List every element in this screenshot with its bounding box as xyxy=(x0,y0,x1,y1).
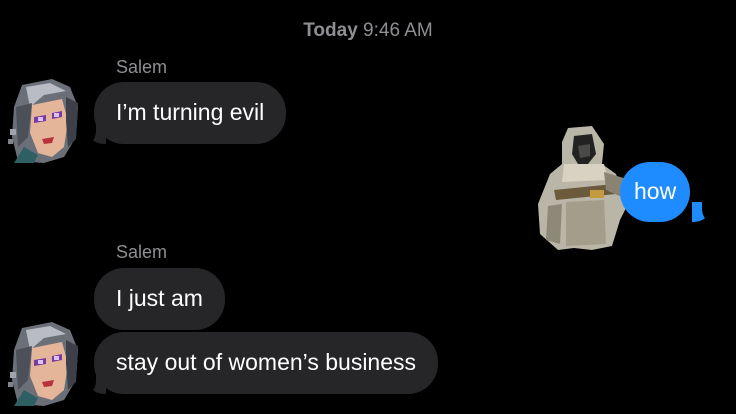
timestamp-day: Today xyxy=(303,20,358,41)
timestamp-time: 9:46 AM xyxy=(363,20,433,41)
avatar[interactable] xyxy=(4,320,86,406)
avatar[interactable] xyxy=(4,77,86,163)
outgoing-message-bubble[interactable]: how xyxy=(620,162,691,222)
incoming-message-bubble[interactable]: I’m turning evil xyxy=(94,82,287,144)
bubble-tail xyxy=(692,201,716,223)
incoming-message-bubble[interactable]: I just am xyxy=(94,268,225,330)
incoming-message-bubble[interactable]: stay out of women’s business xyxy=(94,332,439,394)
sticker[interactable] xyxy=(534,124,634,250)
sender-name: Salem xyxy=(116,57,168,77)
sender-name: Salem xyxy=(116,242,168,262)
conversation-timestamp: Today 9:46 AM xyxy=(0,20,736,42)
